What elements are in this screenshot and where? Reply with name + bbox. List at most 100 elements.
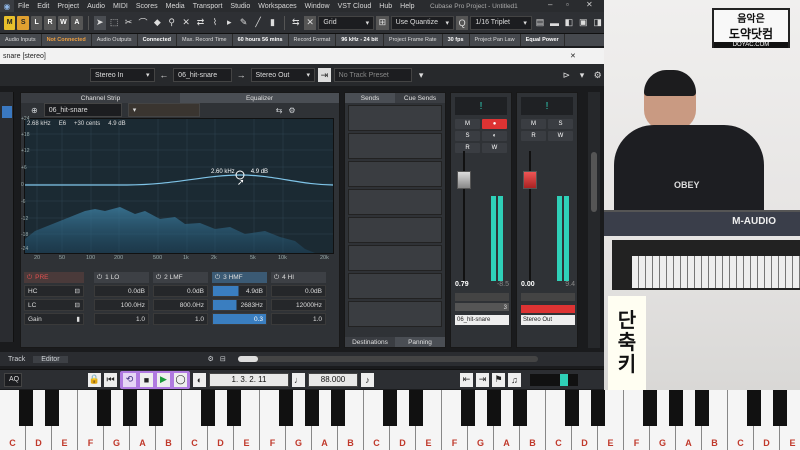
undo-icon[interactable]: ⇆ — [276, 106, 283, 115]
pointer-tool-icon[interactable]: ➤ — [93, 15, 106, 30]
menu-transport[interactable]: Transport — [189, 3, 227, 10]
band-2-q[interactable]: 1.0 — [153, 313, 208, 325]
read-button[interactable]: R — [521, 131, 546, 141]
send-slot[interactable] — [348, 301, 442, 327]
volume-fader[interactable] — [457, 171, 471, 189]
input-routing-dropdown[interactable]: Stereo In ▾ — [90, 68, 155, 82]
band-3-header[interactable]: ⏻ 3 HMF — [212, 272, 267, 283]
track-name-field[interactable]: 06_hit-snare — [173, 68, 232, 82]
tab-equalizer[interactable]: Equalizer — [180, 93, 339, 103]
menu-file[interactable]: File — [14, 3, 33, 10]
eq-curve-display[interactable]: 2.68 kHz E6 +30 cents 4.9 dB 2.60 kHz 4.… — [24, 118, 334, 254]
record-button[interactable]: ● — [482, 119, 507, 129]
color-tool-icon[interactable]: ▮ — [266, 16, 278, 30]
position-display[interactable]: 1. 3. 2. 11 — [209, 372, 289, 387]
menu-window[interactable]: Window — [301, 3, 334, 10]
record-icon[interactable]: ◯ — [174, 372, 187, 387]
close-icon[interactable]: ✕ — [586, 0, 593, 9]
band-4-header[interactable]: ⏻ 4 HI — [271, 272, 326, 283]
listen-mode-button[interactable]: L — [30, 15, 43, 30]
tab-editor[interactable]: Editor — [33, 355, 68, 363]
band-1-header[interactable]: ⏻ 1 LO — [94, 272, 149, 283]
menu-project[interactable]: Project — [53, 3, 83, 10]
previous-channel-icon[interactable]: ← — [158, 68, 171, 82]
channel-settings-icon[interactable]: ! — [455, 97, 507, 115]
grid-type-dropdown[interactable]: Grid ▾ — [318, 15, 375, 30]
glue-tool-icon[interactable]: ⌒ — [137, 16, 149, 30]
volume-fader[interactable] — [523, 171, 537, 189]
menu-studio[interactable]: Studio — [226, 3, 254, 10]
menu-hub[interactable]: Hub — [375, 3, 396, 10]
punch-out-icon[interactable]: ⇥ — [476, 372, 489, 387]
volume-value[interactable]: 0.00 — [521, 281, 535, 288]
band-3-gain[interactable]: 4.9dB — [212, 285, 267, 297]
maximize-icon[interactable]: ▫ — [566, 0, 569, 9]
tab-cue-sends[interactable]: Cue Sends — [395, 93, 445, 103]
settings-gear-icon[interactable]: ⚙ — [591, 68, 604, 82]
tempo-display[interactable]: 88.000 — [308, 372, 358, 387]
write-mode-button[interactable]: W — [57, 15, 70, 30]
channel-name-label[interactable]: 06_hit-snare — [455, 315, 509, 325]
play-icon[interactable]: ▶ — [157, 372, 170, 387]
output-routing-dropdown[interactable]: Stereo Out ▾ — [250, 68, 316, 82]
band-2-gain[interactable]: 0.0dB — [153, 285, 208, 297]
mute-tool-icon[interactable]: ✕ — [180, 16, 192, 30]
solo-mode-button[interactable]: S — [17, 15, 29, 30]
write-button[interactable]: W — [548, 131, 573, 141]
volume-value[interactable]: 0.79 — [455, 281, 469, 288]
click-icon[interactable]: ♫ — [508, 372, 521, 387]
comp-tool-icon[interactable]: ⇄ — [194, 16, 206, 30]
minimize-icon[interactable]: – — [548, 0, 552, 9]
scrollbar-thumb[interactable] — [237, 356, 258, 362]
expand-icon[interactable]: ⊳ — [560, 68, 573, 82]
send-slot[interactable] — [348, 245, 442, 271]
mute-mode-button[interactable]: M — [4, 15, 16, 30]
tab-channel-strip[interactable]: Channel Strip — [21, 93, 180, 103]
horizontal-scrollbar[interactable] — [237, 356, 538, 362]
solo-button[interactable]: S — [455, 131, 480, 141]
snap-toggle-icon[interactable]: ✕ — [304, 15, 317, 30]
zone-selector[interactable] — [2, 106, 12, 118]
media-bay-icon[interactable]: ▣ — [577, 16, 589, 30]
send-slot[interactable] — [348, 105, 442, 131]
erase-tool-icon[interactable]: ◆ — [151, 16, 163, 30]
track-preset-dropdown[interactable]: No Track Preset — [333, 68, 412, 82]
power-icon[interactable]: ⏻ — [274, 274, 279, 282]
auto-quantize-button[interactable]: AQ — [4, 372, 22, 387]
pre-hc-row[interactable]: HC ⊟ — [24, 285, 84, 297]
eq-preset-dropdown[interactable]: ▾ — [127, 103, 200, 117]
dropdown-icon[interactable]: ▾ — [576, 68, 589, 82]
pre-lc-row[interactable]: LC ⊟ — [24, 299, 84, 311]
menu-edit[interactable]: Edit — [33, 3, 53, 10]
cycle-icon[interactable]: ⟲ — [123, 372, 136, 387]
marker-icon[interactable]: ⚑ — [492, 372, 505, 387]
link-channels-icon[interactable]: ⇥ — [318, 68, 331, 82]
tab-panning[interactable]: Panning — [395, 337, 445, 347]
channel-name-label[interactable]: Stereo Out — [521, 315, 575, 325]
send-slot[interactable] — [348, 217, 442, 243]
rewind-to-start-icon[interactable]: ⏮ — [104, 372, 117, 387]
mixer-scrollbar[interactable] — [588, 92, 600, 348]
tab-sends[interactable]: Sends — [345, 93, 395, 103]
range-tool-icon[interactable]: ⬚ — [108, 16, 120, 30]
mute-button[interactable]: M — [455, 119, 480, 129]
automation-mode-button[interactable]: A — [71, 15, 83, 30]
snap-icon[interactable]: ⇆ — [290, 16, 302, 30]
tab-destinations[interactable]: Destinations — [345, 337, 395, 347]
settings-gear-icon[interactable]: ⚙ — [208, 355, 214, 363]
quantize-type-dropdown[interactable]: Use Quantize ▾ — [390, 15, 454, 30]
send-slot[interactable] — [348, 133, 442, 159]
quantize-panel-icon[interactable]: ▤ — [534, 16, 546, 30]
close-icon[interactable]: ✕ — [570, 52, 576, 60]
time-format-icon[interactable]: ◐ — [193, 372, 206, 387]
tempo-track-icon[interactable]: ♪ — [361, 372, 374, 387]
band-1-freq[interactable]: 100.0Hz — [94, 299, 149, 311]
power-icon[interactable]: ⏻ — [27, 274, 32, 282]
pan-control[interactable] — [455, 293, 509, 301]
menu-midi[interactable]: MIDI — [109, 3, 132, 10]
draw-tool-icon[interactable]: ✎ — [237, 16, 249, 30]
settings-gear-icon[interactable]: ⚙ — [288, 106, 295, 115]
band-3-freq[interactable]: 2683Hz — [212, 299, 267, 311]
band-4-gain[interactable]: 0.0dB — [271, 285, 326, 297]
send-slot[interactable] — [348, 189, 442, 215]
